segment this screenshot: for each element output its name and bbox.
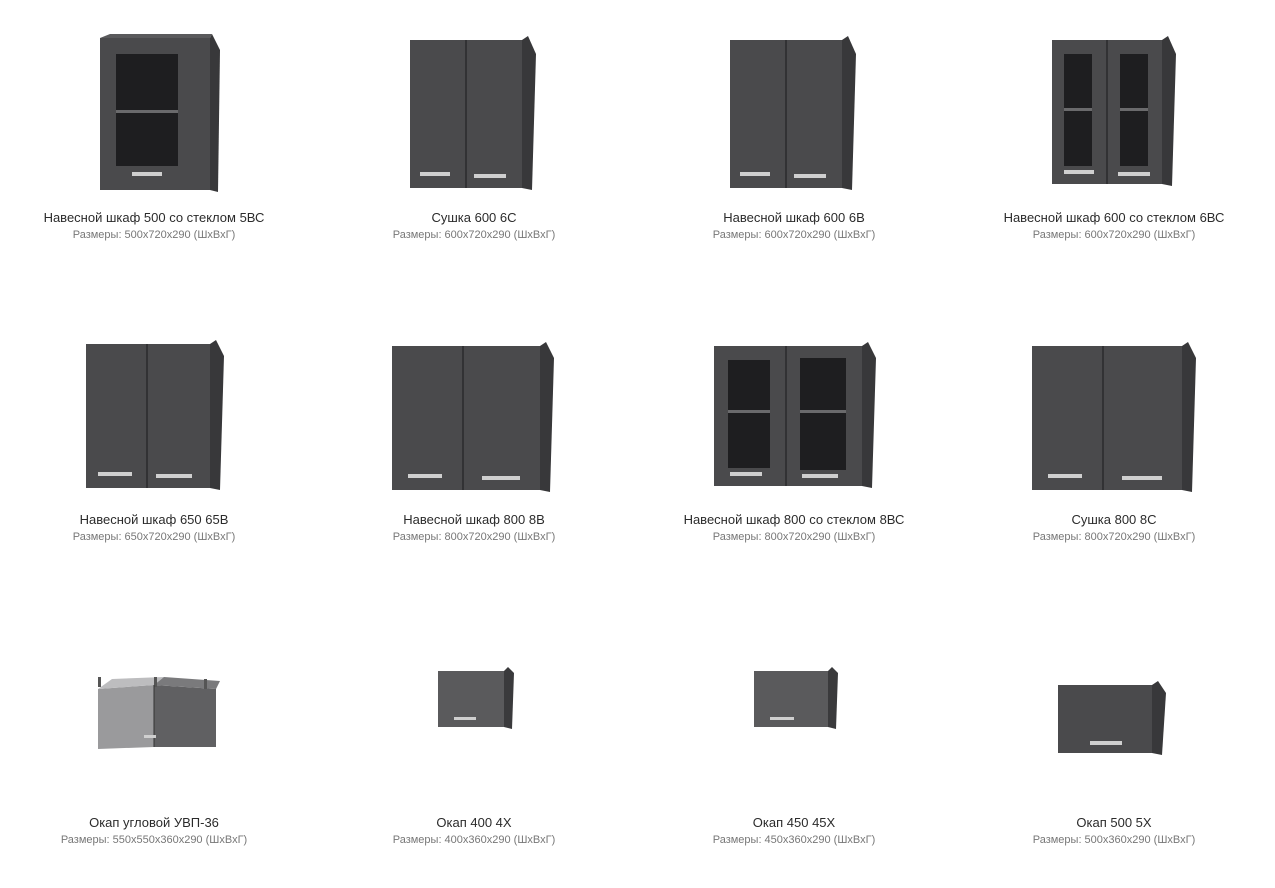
product-title[interactable]: Окап 500 5Х bbox=[964, 815, 1264, 831]
product-image[interactable] bbox=[644, 312, 944, 512]
product-card[interactable]: Сушка 600 6С Размеры: 600х720х290 (ШхВхГ… bbox=[324, 10, 624, 243]
product-image[interactable] bbox=[4, 10, 304, 210]
product-card[interactable]: Окап угловой УВП-36 Размеры: 550х550х360… bbox=[4, 615, 304, 848]
product-card[interactable]: Навесной шкаф 500 со стеклом 5ВС Размеры… bbox=[4, 10, 304, 243]
product-dimensions: Размеры: 800х720х290 (ШхВхГ) bbox=[712, 531, 876, 543]
product-dimensions: Размеры: 400х360х290 (ШхВхГ) bbox=[392, 834, 556, 846]
product-title[interactable]: Окап 450 45Х bbox=[644, 815, 944, 831]
product-card[interactable]: Навесной шкаф 800 со стеклом 8ВС Размеры… bbox=[644, 312, 944, 545]
product-card[interactable]: Окап 450 45Х Размеры: 450х360х290 (ШхВхГ… bbox=[644, 615, 944, 848]
cabinet-glass-1door-image bbox=[100, 34, 220, 192]
small-cabinet-image bbox=[438, 667, 514, 729]
small-cabinet-large-image bbox=[1058, 681, 1166, 755]
product-image[interactable] bbox=[324, 615, 624, 815]
product-dimensions: Размеры: 600х720х290 (ШхВхГ) bbox=[712, 229, 876, 241]
product-image[interactable] bbox=[324, 10, 624, 210]
product-dimensions: Размеры: 500х360х290 (ШхВхГ) bbox=[1032, 834, 1196, 846]
product-card[interactable]: Окап 400 4Х Размеры: 400х360х290 (ШхВхГ) bbox=[324, 615, 624, 848]
cabinet-2door-image bbox=[730, 36, 856, 190]
cabinet-2door-wide-image bbox=[392, 342, 554, 492]
product-image[interactable] bbox=[964, 312, 1264, 512]
product-card[interactable]: Сушка 800 8С Размеры: 800х720х290 (ШхВхГ… bbox=[964, 312, 1264, 545]
cabinet-2door-image bbox=[86, 340, 224, 490]
small-cabinet-image bbox=[754, 667, 838, 729]
product-card[interactable]: Навесной шкаф 600 со стеклом 6ВС Размеры… bbox=[964, 10, 1264, 243]
product-image[interactable] bbox=[4, 312, 304, 512]
product-title[interactable]: Навесной шкаф 800 8В bbox=[324, 512, 624, 528]
product-image[interactable] bbox=[324, 312, 624, 512]
product-dimensions: Размеры: 550х550х360х290 (ШхВхГ) bbox=[60, 834, 248, 846]
product-dimensions: Размеры: 800х720х290 (ШхВхГ) bbox=[1032, 531, 1196, 543]
cabinet-glass-2door-wide-image bbox=[714, 342, 876, 488]
product-image[interactable] bbox=[964, 615, 1264, 815]
product-title[interactable]: Сушка 800 8С bbox=[964, 512, 1264, 528]
product-title[interactable]: Навесной шкаф 600 6В bbox=[644, 210, 944, 226]
product-image[interactable] bbox=[644, 615, 944, 815]
product-dimensions: Размеры: 650х720х290 (ШхВхГ) bbox=[72, 531, 236, 543]
cabinet-2door-image bbox=[410, 36, 536, 190]
product-image[interactable] bbox=[4, 615, 304, 815]
product-title[interactable]: Окап угловой УВП-36 bbox=[4, 815, 304, 831]
corner-cabinet-image bbox=[98, 677, 220, 749]
product-title[interactable]: Навесной шкаф 650 65В bbox=[4, 512, 304, 528]
product-card[interactable]: Навесной шкаф 600 6В Размеры: 600х720х29… bbox=[644, 10, 944, 243]
product-image[interactable] bbox=[964, 10, 1264, 210]
product-grid: Навесной шкаф 500 со стеклом 5ВС Размеры… bbox=[0, 0, 1275, 888]
product-card[interactable]: Навесной шкаф 800 8В Размеры: 800х720х29… bbox=[324, 312, 624, 545]
product-dimensions: Размеры: 450х360х290 (ШхВхГ) bbox=[712, 834, 876, 846]
product-title[interactable]: Навесной шкаф 800 со стеклом 8ВС bbox=[644, 512, 944, 528]
cabinet-glass-2door-image bbox=[1052, 36, 1176, 186]
product-image[interactable] bbox=[644, 10, 944, 210]
product-dimensions: Размеры: 600х720х290 (ШхВхГ) bbox=[1032, 229, 1196, 241]
product-card[interactable]: Окап 500 5Х Размеры: 500х360х290 (ШхВхГ) bbox=[964, 615, 1264, 848]
product-title[interactable]: Навесной шкаф 500 со стеклом 5ВС bbox=[4, 210, 304, 226]
cabinet-2door-wide-image bbox=[1032, 342, 1196, 492]
product-title[interactable]: Окап 400 4Х bbox=[324, 815, 624, 831]
product-card[interactable]: Навесной шкаф 650 65В Размеры: 650х720х2… bbox=[4, 312, 304, 545]
product-title[interactable]: Навесной шкаф 600 со стеклом 6ВС bbox=[964, 210, 1264, 226]
product-dimensions: Размеры: 600х720х290 (ШхВхГ) bbox=[392, 229, 556, 241]
product-title[interactable]: Сушка 600 6С bbox=[324, 210, 624, 226]
product-dimensions: Размеры: 800х720х290 (ШхВхГ) bbox=[392, 531, 556, 543]
product-dimensions: Размеры: 500х720х290 (ШхВхГ) bbox=[72, 229, 236, 241]
